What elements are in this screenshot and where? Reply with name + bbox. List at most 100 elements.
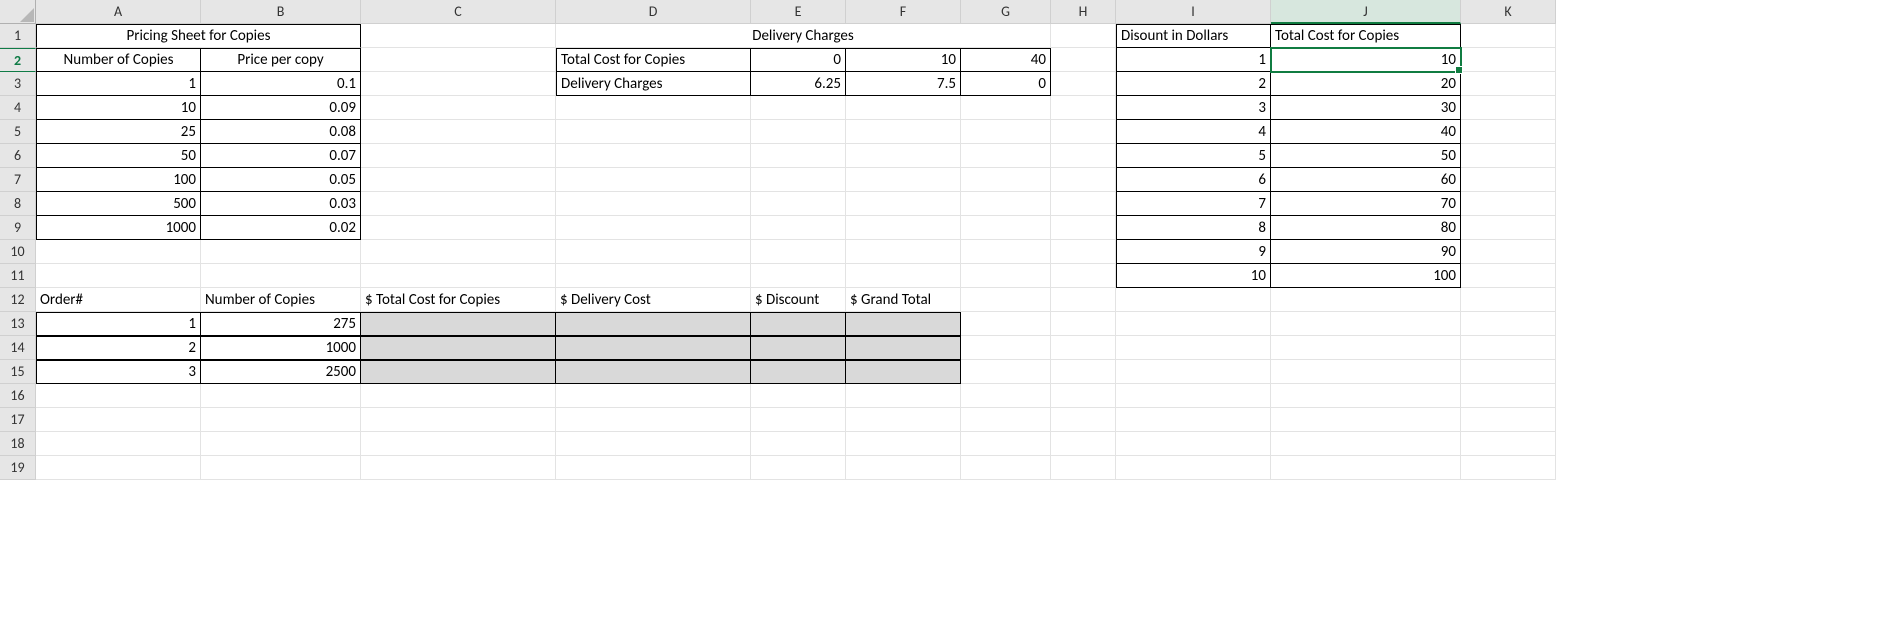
cell-D11[interactable] (556, 264, 751, 288)
cell-I16[interactable] (1116, 384, 1271, 408)
cell-A13[interactable]: 1 (36, 312, 201, 336)
row-header-17[interactable]: 17 (0, 408, 36, 432)
cell-G10[interactable] (961, 240, 1051, 264)
cell-D18[interactable] (556, 432, 751, 456)
cell-A9[interactable]: 1000 (36, 216, 201, 240)
cell-C7[interactable] (361, 168, 556, 192)
cell-H12[interactable] (1051, 288, 1116, 312)
row-header-4[interactable]: 4 (0, 96, 36, 120)
cell-H13[interactable] (1051, 312, 1116, 336)
row-header-15[interactable]: 15 (0, 360, 36, 384)
cell-E5[interactable] (751, 120, 846, 144)
cell-C10[interactable] (361, 240, 556, 264)
cell-G12[interactable] (961, 288, 1051, 312)
cell-J10[interactable]: 90 (1271, 240, 1461, 264)
cell-K12[interactable] (1461, 288, 1556, 312)
cell-J13[interactable] (1271, 312, 1461, 336)
cell-G19[interactable] (961, 456, 1051, 480)
cell-G8[interactable] (961, 192, 1051, 216)
cell-H4[interactable] (1051, 96, 1116, 120)
cell-K3[interactable] (1461, 72, 1556, 96)
cell-A4[interactable]: 10 (36, 96, 201, 120)
col-header-E[interactable]: E (751, 0, 846, 24)
cell-I14[interactable] (1116, 336, 1271, 360)
row-header-2[interactable]: 2 (0, 48, 36, 72)
cell-F11[interactable] (846, 264, 961, 288)
row-header-11[interactable]: 11 (0, 264, 36, 288)
cell-J3[interactable]: 20 (1271, 72, 1461, 96)
cell-I17[interactable] (1116, 408, 1271, 432)
cell-A10[interactable] (36, 240, 201, 264)
cell-F4[interactable] (846, 96, 961, 120)
cell-I8[interactable]: 7 (1116, 192, 1271, 216)
cell-A11[interactable] (36, 264, 201, 288)
cell-G9[interactable] (961, 216, 1051, 240)
cell-B12[interactable]: Number of Copies (201, 288, 361, 312)
cell-F3[interactable]: 7.5 (846, 72, 961, 96)
cell-G4[interactable] (961, 96, 1051, 120)
cell-A19[interactable] (36, 456, 201, 480)
cell-B17[interactable] (201, 408, 361, 432)
cell-F19[interactable] (846, 456, 961, 480)
row-header-19[interactable]: 19 (0, 456, 36, 480)
cell-B10[interactable] (201, 240, 361, 264)
cell-E16[interactable] (751, 384, 846, 408)
cell-D6[interactable] (556, 144, 751, 168)
cell-I11[interactable]: 10 (1116, 264, 1271, 288)
cell-E6[interactable] (751, 144, 846, 168)
cell-J8[interactable]: 70 (1271, 192, 1461, 216)
cell-J1[interactable]: Total Cost for Copies (1271, 24, 1461, 48)
cell-I7[interactable]: 6 (1116, 168, 1271, 192)
cell-C19[interactable] (361, 456, 556, 480)
cell-I9[interactable]: 8 (1116, 216, 1271, 240)
cell-J18[interactable] (1271, 432, 1461, 456)
cell-C13[interactable] (361, 312, 556, 336)
cell-A2[interactable]: Number of Copies (36, 48, 201, 72)
cell-H1[interactable] (1051, 24, 1116, 48)
cell-C18[interactable] (361, 432, 556, 456)
cell-D14[interactable] (556, 336, 751, 360)
cell-G13[interactable] (961, 312, 1051, 336)
cell-D7[interactable] (556, 168, 751, 192)
cell-B2[interactable]: Price per copy (201, 48, 361, 72)
cell-E17[interactable] (751, 408, 846, 432)
cell-A3[interactable]: 1 (36, 72, 201, 96)
cell-H5[interactable] (1051, 120, 1116, 144)
cell-F12[interactable]: $ Grand Total (846, 288, 961, 312)
cell-F6[interactable] (846, 144, 961, 168)
cell-B18[interactable] (201, 432, 361, 456)
cell-J2[interactable]: 10 (1271, 48, 1461, 72)
cell-K14[interactable] (1461, 336, 1556, 360)
cell-D9[interactable] (556, 216, 751, 240)
cell-I12[interactable] (1116, 288, 1271, 312)
cell-J7[interactable]: 60 (1271, 168, 1461, 192)
cell-K1[interactable] (1461, 24, 1556, 48)
cell-E14[interactable] (751, 336, 846, 360)
cell-G6[interactable] (961, 144, 1051, 168)
cell-K8[interactable] (1461, 192, 1556, 216)
cell-G11[interactable] (961, 264, 1051, 288)
cell-G14[interactable] (961, 336, 1051, 360)
cell-J17[interactable] (1271, 408, 1461, 432)
cell-E4[interactable] (751, 96, 846, 120)
cell-H8[interactable] (1051, 192, 1116, 216)
cell-I1[interactable]: Disount in Dollars (1116, 24, 1271, 48)
col-header-K[interactable]: K (1461, 0, 1556, 24)
cell-H14[interactable] (1051, 336, 1116, 360)
cell-C9[interactable] (361, 216, 556, 240)
col-header-F[interactable]: F (846, 0, 961, 24)
cell-A18[interactable] (36, 432, 201, 456)
cell-J6[interactable]: 50 (1271, 144, 1461, 168)
cell-B4[interactable]: 0.09 (201, 96, 361, 120)
cell-G16[interactable] (961, 384, 1051, 408)
cell-H16[interactable] (1051, 384, 1116, 408)
cell-E12[interactable]: $ Discount (751, 288, 846, 312)
cell-G18[interactable] (961, 432, 1051, 456)
cell-C17[interactable] (361, 408, 556, 432)
cell-A15[interactable]: 3 (36, 360, 201, 384)
cell-F9[interactable] (846, 216, 961, 240)
cell-D3[interactable]: Delivery Charges (556, 72, 751, 96)
cell-I15[interactable] (1116, 360, 1271, 384)
cell-F17[interactable] (846, 408, 961, 432)
cell-D15[interactable] (556, 360, 751, 384)
